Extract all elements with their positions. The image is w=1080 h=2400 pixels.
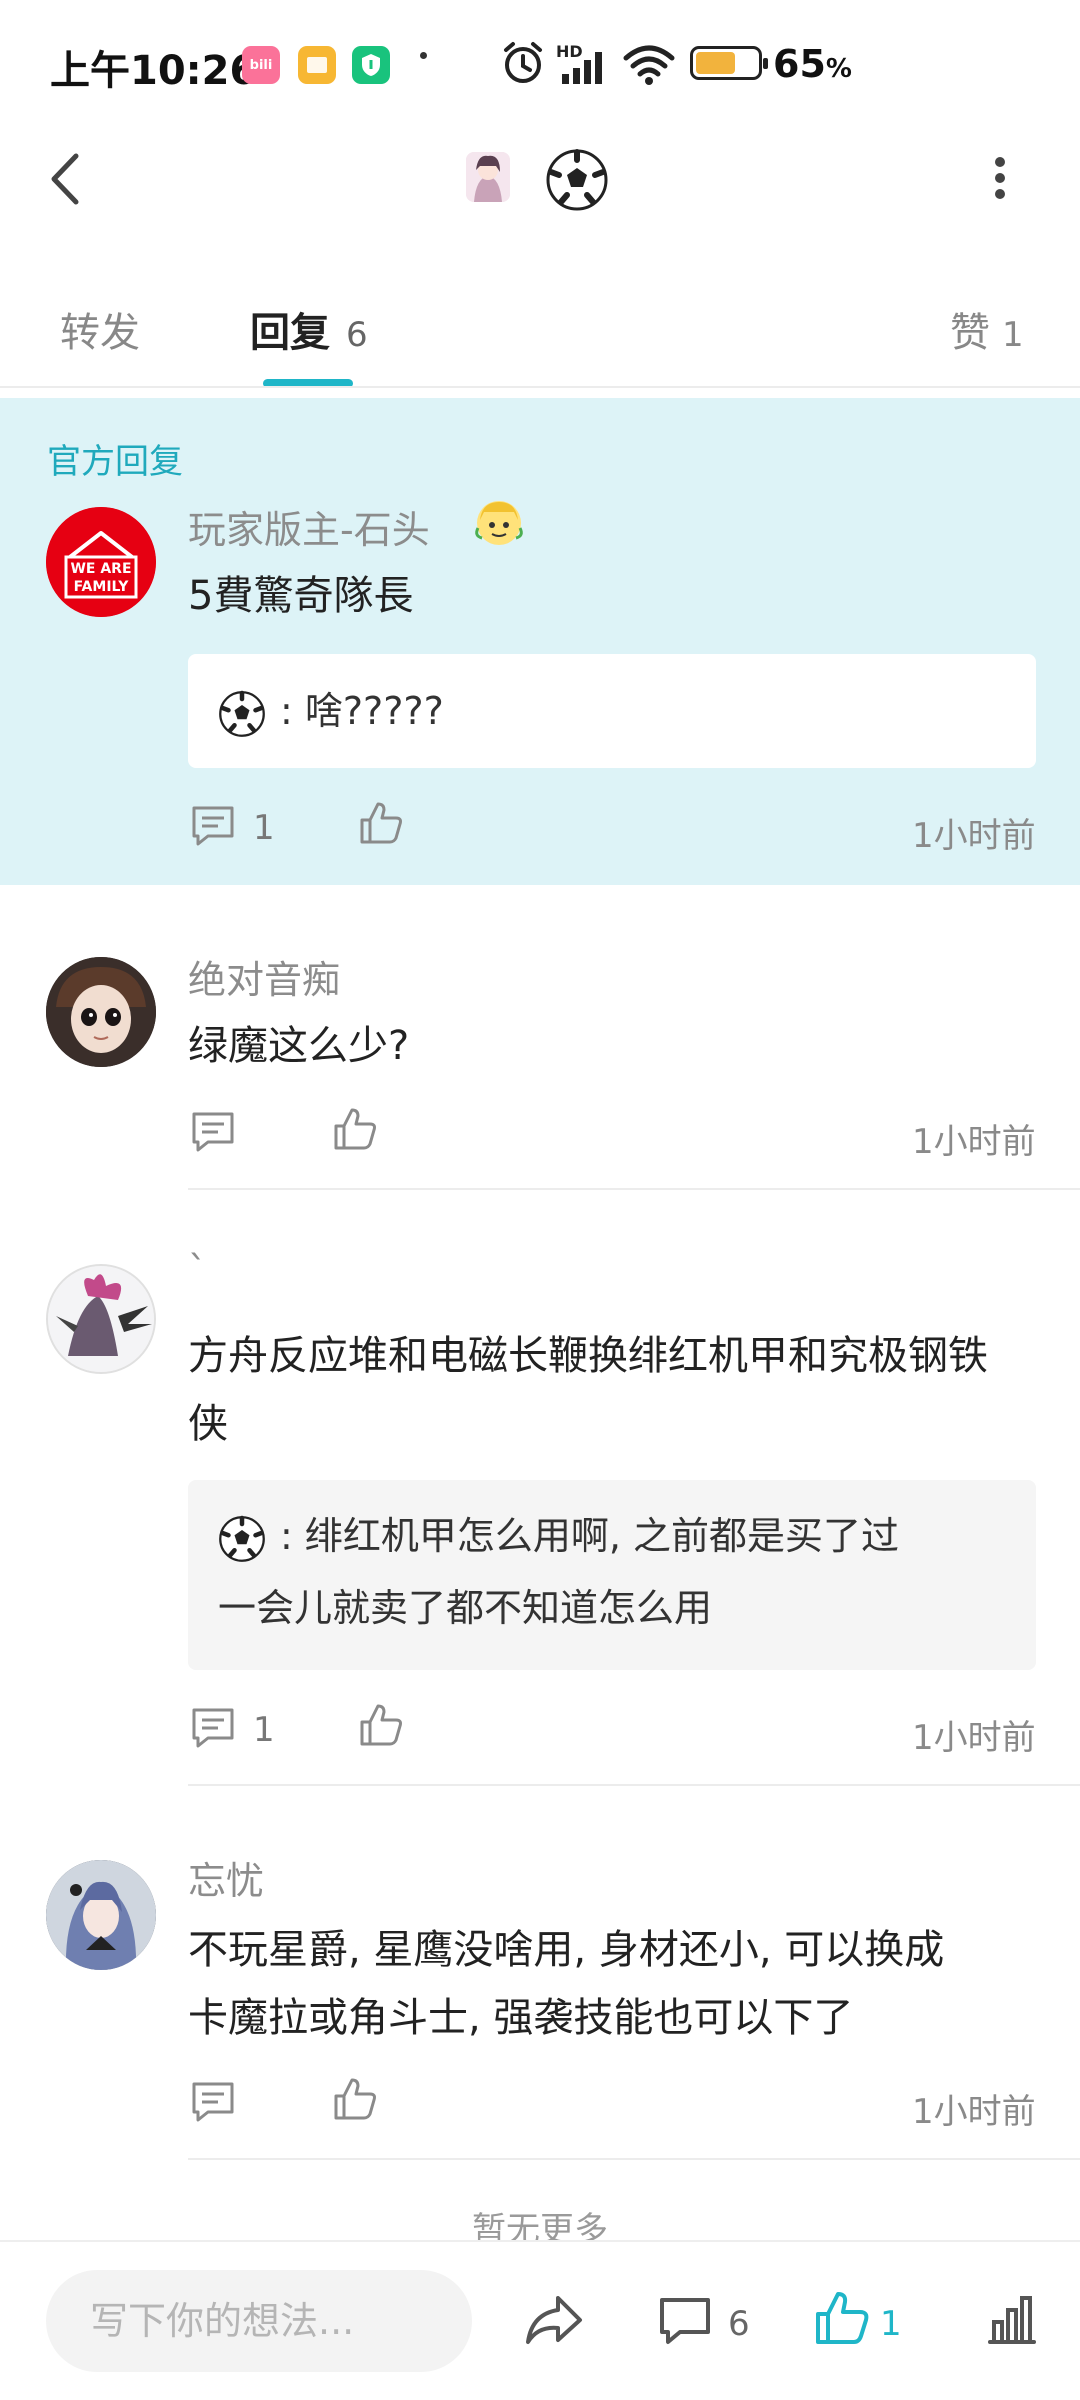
comment-text: 绿魔这么少? — [188, 1023, 410, 1069]
official-username[interactable]: 玩家版主-石头 — [188, 499, 430, 554]
comment-text-line2: 卡魔拉或角斗士, 强袭技能也可以下了 — [188, 1995, 854, 2041]
reply-icon[interactable] — [190, 2080, 236, 2124]
soccer-ball-icon[interactable] — [545, 148, 609, 212]
user-avatar[interactable] — [46, 1860, 156, 1970]
comment-count: 6 — [728, 2304, 750, 2344]
official-reply-count: 1 — [253, 808, 275, 848]
like-icon[interactable] — [332, 2076, 378, 2122]
notification-dot — [420, 52, 427, 59]
like-icon[interactable] — [358, 800, 404, 846]
comment-time: 1小时前 — [912, 1122, 1036, 1162]
comment-text-line1: 不玩星爵, 星鹰没啥用, 身材还小, 可以换成 — [188, 1927, 945, 1973]
quote-text-line1: : 绯红机甲怎么用啊, 之前都是买了过 — [280, 1514, 900, 1558]
tab-forward[interactable]: 转发 — [60, 300, 140, 358]
shield-app-icon — [352, 46, 390, 84]
comment-text-line2: 侠 — [188, 1401, 228, 1447]
user-avatar[interactable] — [46, 957, 156, 1067]
comment-input[interactable]: 写下你的想法... — [46, 2270, 472, 2372]
quote-text-line2: 一会儿就卖了都不知道怎么用 — [218, 1586, 713, 1630]
svg-text:WE ARE: WE ARE — [70, 561, 131, 577]
official-comment-text: 5費驚奇隊長 — [188, 573, 414, 619]
moderator-badge-icon — [475, 501, 523, 545]
comment-divider — [188, 2158, 1080, 2160]
reply-icon[interactable] — [190, 1706, 236, 1750]
official-quote-text: 啥????? — [304, 689, 444, 733]
soccer-ball-icon — [219, 690, 265, 737]
comment-divider — [188, 1784, 1080, 1786]
author-avatar-small[interactable] — [466, 152, 510, 202]
battery-percent: 65% — [773, 42, 852, 86]
svg-text:FAMILY: FAMILY — [74, 579, 130, 595]
official-reply-label: 官方回复 — [47, 442, 183, 482]
comment-time: 1小时前 — [912, 1718, 1036, 1758]
quote-box[interactable]: : 绯红机甲怎么用啊, 之前都是买了过 一会儿就卖了都不知道怎么用 — [188, 1480, 1036, 1670]
comment-username[interactable]: ` — [188, 1248, 207, 1292]
more-options-icon[interactable] — [990, 154, 1010, 202]
comment-username[interactable]: 绝对音痴 — [188, 949, 340, 1004]
reply-icon[interactable] — [190, 804, 236, 848]
tab-reply-label: 回复 — [250, 310, 330, 356]
tab-divider — [0, 386, 1080, 388]
like-count: 1 — [880, 2304, 902, 2344]
notes-app-icon — [298, 46, 336, 84]
comment-text-line1: 方舟反应堆和电磁长鞭换绯红机甲和究极钢铁 — [188, 1333, 988, 1379]
alarm-icon — [504, 42, 542, 83]
soccer-ball-icon — [219, 1515, 265, 1562]
tab-like-count: 1 — [1002, 315, 1024, 355]
status-time: 上午10:26 — [50, 48, 258, 94]
like-icon[interactable] — [332, 1106, 378, 1152]
comment-icon[interactable] — [658, 2294, 712, 2348]
tab-like-label: 赞 — [950, 310, 990, 356]
wifi-icon — [623, 45, 675, 85]
bilibili-app-icon: bili — [242, 46, 280, 84]
tab-like[interactable]: 赞1 — [950, 300, 1024, 358]
share-icon[interactable] — [524, 2292, 584, 2348]
official-quote-box[interactable]: : 啥????? — [188, 654, 1036, 768]
like-icon-active[interactable] — [814, 2290, 870, 2346]
reply-icon[interactable] — [190, 1110, 236, 1154]
tab-reply[interactable]: 回复 6 — [250, 300, 368, 358]
comment-username[interactable]: 忘忧 — [188, 1850, 264, 1905]
user-avatar[interactable] — [46, 1264, 156, 1374]
official-avatar[interactable]: WE ARE FAMILY — [46, 507, 156, 617]
battery-icon — [690, 46, 768, 80]
official-time: 1小时前 — [912, 816, 1036, 856]
tab-reply-count: 6 — [346, 315, 368, 355]
comment-divider — [188, 1188, 1080, 1190]
signal-icon — [562, 52, 602, 84]
stats-icon[interactable] — [986, 2294, 1038, 2346]
quote-prefix: : — [280, 689, 305, 733]
comment-reply-count: 1 — [253, 1710, 275, 1750]
like-icon[interactable] — [358, 1702, 404, 1748]
back-arrow-icon[interactable] — [40, 146, 90, 212]
comment-time: 1小时前 — [912, 2092, 1036, 2132]
